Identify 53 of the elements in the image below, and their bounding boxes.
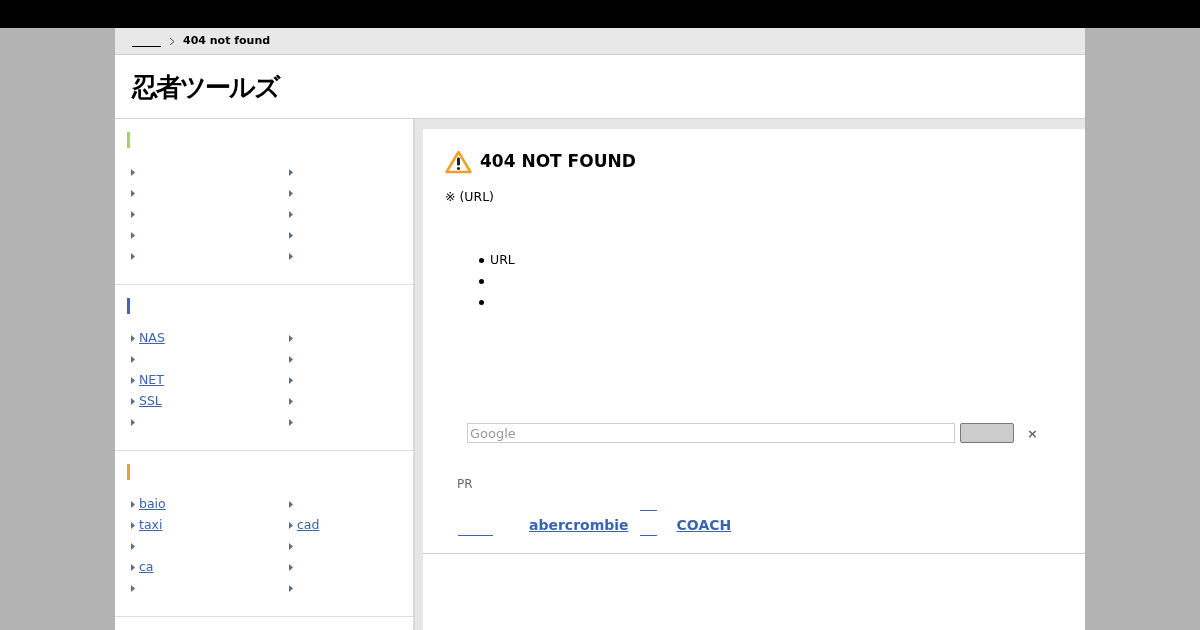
triangle-icon: [289, 522, 293, 529]
triangle-icon: [131, 585, 135, 592]
bullet-icon: [479, 300, 484, 306]
bullet-icon: [479, 279, 484, 285]
triangle-icon: [131, 543, 135, 550]
triangle-icon: [289, 211, 293, 218]
triangle-icon: [289, 419, 293, 426]
triangle-icon: [289, 377, 293, 384]
triangle-icon: [131, 335, 135, 342]
ad-link[interactable]: COACH: [676, 517, 732, 534]
triangle-icon: [289, 356, 293, 363]
triangle-icon: [289, 335, 293, 342]
triangle-icon: [289, 585, 293, 592]
page-title: 404 NOT FOUND: [480, 150, 636, 173]
sidebar-link[interactable]: ca: [139, 558, 154, 577]
sidebar-link[interactable]: NAS: [139, 329, 165, 348]
bullet-icon: [479, 258, 484, 264]
sidebar-link[interactable]: NET: [139, 371, 164, 390]
warning-icon: [445, 149, 472, 174]
sidebar-link[interactable]: baio: [139, 495, 166, 514]
logo[interactable]: 忍者ツールズ: [132, 73, 279, 100]
triangle-icon: [289, 543, 293, 550]
chevron-icon: [169, 36, 175, 46]
list-item-text: URL: [490, 251, 515, 270]
pr-label: PR: [457, 476, 474, 494]
triangle-icon: [131, 190, 135, 197]
sidebar-link[interactable]: cad: [297, 516, 320, 535]
sidebar-link[interactable]: taxi: [139, 516, 163, 535]
note-text: ※ (URL): [445, 187, 495, 206]
triangle-icon: [131, 501, 135, 508]
search-button[interactable]: [960, 423, 1014, 444]
triangle-icon: [289, 253, 293, 260]
triangle-icon: [289, 564, 293, 571]
triangle-icon: [131, 419, 135, 426]
triangle-icon: [289, 190, 293, 197]
triangle-icon: [289, 501, 293, 508]
triangle-icon: [131, 253, 135, 260]
triangle-icon: [131, 211, 135, 218]
triangle-icon: [131, 522, 135, 529]
triangle-icon: [131, 169, 135, 176]
triangle-icon: [131, 398, 135, 405]
triangle-icon: [131, 564, 135, 571]
search-field[interactable]: Google: [467, 423, 955, 444]
triangle-icon: [131, 356, 135, 363]
triangle-icon: [131, 232, 135, 239]
triangle-icon: [289, 169, 293, 176]
triangle-icon: [131, 377, 135, 384]
triangle-icon: [289, 398, 293, 405]
triangle-icon: [289, 232, 293, 239]
close-button[interactable]: ×: [1027, 423, 1038, 443]
breadcrumb-current: 404 not found: [183, 32, 271, 49]
sidebar-link[interactable]: SSL: [139, 392, 162, 411]
ad-link[interactable]: abercrombie: [529, 517, 629, 534]
